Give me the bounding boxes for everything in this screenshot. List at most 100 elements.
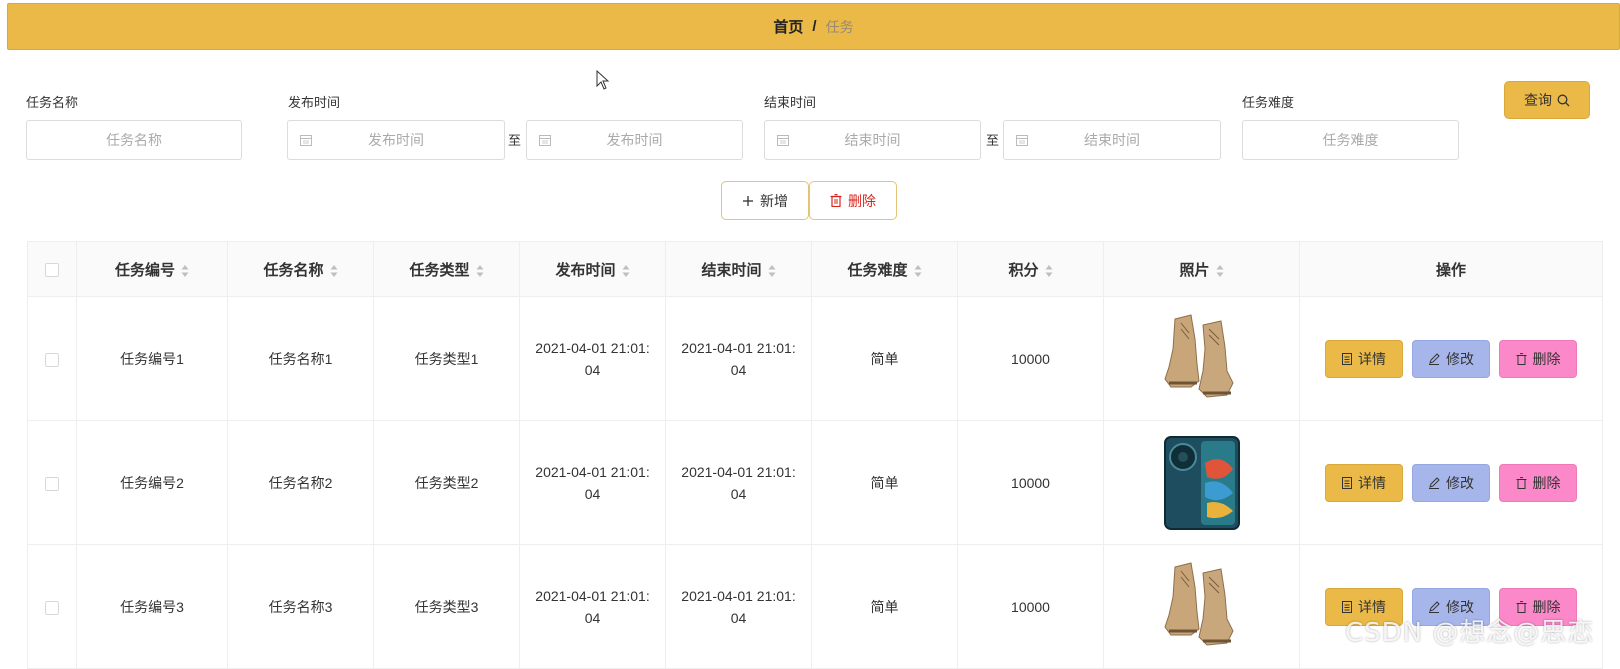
publish-time-end-placeholder: 发布时间	[606, 132, 663, 148]
cell-publish-text: 2021-04-01 21:01:04	[535, 339, 650, 378]
row-checkbox[interactable]	[45, 476, 59, 491]
sort-icon[interactable]	[330, 264, 338, 278]
edit-label: 修改	[1446, 350, 1474, 367]
sort-icon[interactable]	[622, 264, 630, 278]
document-icon	[1342, 600, 1352, 613]
cell-publish: 2021-04-01 21:01:04	[519, 420, 666, 545]
detail-button[interactable]: 详情	[1325, 463, 1403, 502]
add-button[interactable]: 新增	[721, 181, 809, 220]
cell-end-text: 2021-04-01 21:01:04	[681, 463, 796, 502]
sort-icon[interactable]	[476, 264, 484, 278]
difficulty-input[interactable]: 任务难度	[1242, 120, 1459, 160]
cell-type: 任务类型2	[373, 420, 520, 545]
publish-time-end-input[interactable]: 发布时间	[526, 120, 743, 160]
document-icon	[1342, 352, 1352, 365]
table-row: 任务编号3 任务名称3 任务类型3 2021-04-01 21:01:04 20…	[27, 544, 1603, 669]
difficulty-placeholder: 任务难度	[1322, 132, 1379, 148]
cell-publish: 2021-04-01 21:01:04	[519, 296, 666, 421]
sort-icon[interactable]	[1216, 264, 1224, 278]
phone-image[interactable]	[1161, 433, 1243, 533]
column-header-code[interactable]: 任务编号	[76, 241, 228, 297]
column-label-points: 积分	[1008, 261, 1039, 279]
cell-difficulty: 简单	[811, 296, 958, 421]
cell-end-text: 2021-04-01 21:01:04	[681, 339, 796, 378]
calendar-icon	[300, 135, 312, 146]
column-label-publish: 发布时间	[555, 261, 616, 279]
row-select-cell[interactable]	[27, 544, 77, 669]
cell-end: 2021-04-01 21:01:04	[665, 296, 812, 421]
edit-button[interactable]: 修改	[1412, 339, 1490, 378]
column-header-actions: 操作	[1299, 241, 1603, 297]
cell-type: 任务类型3	[373, 544, 520, 669]
delete-label: 删除	[1532, 474, 1561, 491]
cell-photo	[1103, 544, 1300, 669]
task-table: 任务编号 任务名称 任务类型 发布时间 结束时间 任务难度 积分 照片 操作 任…	[27, 241, 1603, 669]
query-label: 查询	[1524, 92, 1552, 108]
sort-icon[interactable]	[914, 264, 922, 278]
row-select-cell[interactable]	[27, 296, 77, 421]
task-name-placeholder: 任务名称	[106, 132, 162, 148]
calendar-icon	[539, 135, 551, 146]
cell-end: 2021-04-01 21:01:04	[665, 544, 812, 669]
end-time-end-placeholder: 结束时间	[1084, 132, 1140, 148]
boots-image[interactable]	[1161, 309, 1243, 409]
delete-label: 删除	[1532, 350, 1561, 367]
calendar-icon	[1016, 135, 1028, 146]
end-time-to: 至	[986, 133, 1000, 148]
breadcrumb-home[interactable]: 首页	[773, 16, 803, 37]
cell-type: 任务类型1	[373, 296, 520, 421]
delete-button[interactable]: 删除	[1499, 463, 1577, 502]
column-header-type[interactable]: 任务类型	[373, 241, 520, 297]
pencil-icon	[1429, 600, 1440, 613]
edit-label: 修改	[1446, 474, 1474, 491]
cell-publish: 2021-04-01 21:01:04	[519, 544, 666, 669]
end-time-start-input[interactable]: 结束时间	[764, 120, 981, 160]
cell-photo	[1103, 420, 1300, 545]
end-time-start-placeholder: 结束时间	[844, 132, 901, 148]
column-header-publish[interactable]: 发布时间	[519, 241, 666, 297]
cell-publish-text: 2021-04-01 21:01:04	[535, 587, 650, 626]
cell-code: 任务编号3	[76, 544, 228, 669]
batch-delete-button[interactable]: 删除	[809, 181, 897, 220]
sort-icon[interactable]	[768, 264, 776, 278]
column-header-photo[interactable]: 照片	[1103, 241, 1300, 297]
cell-name: 任务名称1	[227, 296, 374, 421]
column-label-actions: 操作	[1435, 261, 1466, 279]
sort-icon[interactable]	[1045, 264, 1053, 278]
breadcrumb-current: 任务	[825, 18, 854, 35]
publish-time-to: 至	[508, 133, 522, 148]
column-header-name[interactable]: 任务名称	[227, 241, 374, 297]
cell-end-text: 2021-04-01 21:01:04	[681, 587, 796, 626]
end-time-end-input[interactable]: 结束时间	[1003, 120, 1221, 160]
cell-points: 10000	[957, 420, 1104, 545]
publish-time-start-input[interactable]: 发布时间	[287, 120, 505, 160]
filter-label-publish-time: 发布时间	[288, 95, 341, 110]
column-header-end[interactable]: 结束时间	[665, 241, 812, 297]
boots-image[interactable]	[1161, 557, 1243, 657]
column-label-end: 结束时间	[701, 261, 762, 279]
cell-photo	[1103, 296, 1300, 421]
table-row: 任务编号2 任务名称2 任务类型2 2021-04-01 21:01:04 20…	[27, 420, 1603, 545]
table-header-row: 任务编号 任务名称 任务类型 发布时间 结束时间 任务难度 积分 照片 操作	[27, 241, 1603, 297]
sort-icon[interactable]	[181, 264, 189, 278]
column-label-photo: 照片	[1179, 261, 1210, 279]
select-all-cell[interactable]	[27, 241, 77, 297]
column-header-points[interactable]: 积分	[957, 241, 1104, 297]
calendar-icon	[777, 135, 789, 146]
detail-button[interactable]: 详情	[1325, 339, 1403, 378]
detail-label: 详情	[1358, 350, 1386, 367]
delete-button[interactable]: 删除	[1499, 339, 1577, 378]
row-select-cell[interactable]	[27, 420, 77, 545]
task-name-input[interactable]: 任务名称	[26, 120, 242, 160]
cell-actions: 详情 修改 删除	[1299, 420, 1603, 545]
edit-button[interactable]: 修改	[1412, 463, 1490, 502]
pencil-icon	[1429, 476, 1440, 489]
column-label-type: 任务类型	[409, 261, 470, 279]
column-label-difficulty: 任务难度	[847, 261, 908, 279]
row-checkbox[interactable]	[45, 352, 59, 367]
watermark: CSDN @想念@思恋	[1345, 618, 1595, 648]
select-all-checkbox[interactable]	[45, 262, 59, 277]
query-button[interactable]: 查询	[1504, 81, 1590, 119]
column-header-difficulty[interactable]: 任务难度	[811, 241, 958, 297]
row-checkbox[interactable]	[45, 600, 59, 615]
